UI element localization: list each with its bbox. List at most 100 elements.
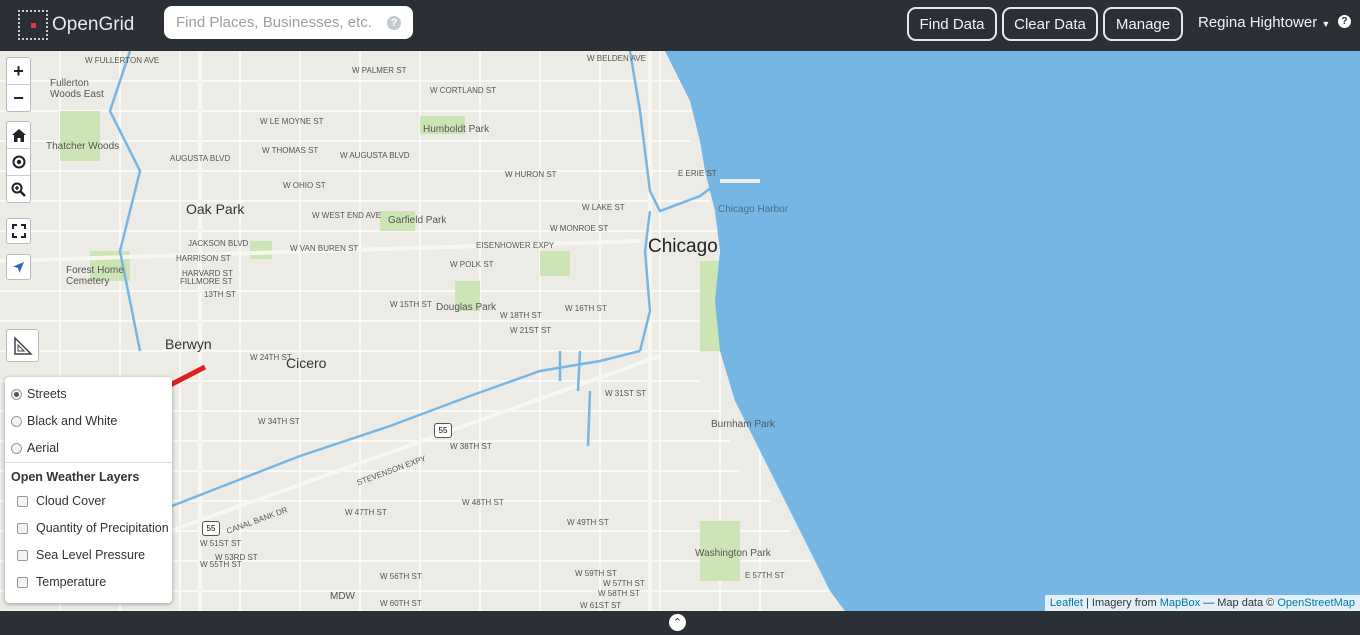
street-label: W 18TH ST xyxy=(500,311,542,320)
expand-panel-button[interactable]: ⌃ xyxy=(669,614,686,631)
street-label: W HURON ST xyxy=(505,170,557,179)
base-layer-aerial[interactable]: Aerial xyxy=(11,441,59,455)
map-label-fullerton-woods: Fullerton Woods East xyxy=(50,78,104,100)
layer-label: Aerial xyxy=(27,441,59,455)
street-label: W LE MOYNE ST xyxy=(260,117,324,126)
attribution-text: | Imagery from xyxy=(1085,597,1157,609)
user-menu[interactable]: Regina Hightower ▼ xyxy=(1198,14,1330,31)
app-name: OpenGrid xyxy=(52,14,135,35)
street-label: W PALMER ST xyxy=(352,66,407,75)
weather-layer-precipitation[interactable]: Quantity of Precipitation xyxy=(17,521,169,535)
fullscreen-icon xyxy=(11,224,26,238)
map-tools-control xyxy=(6,121,31,203)
base-layer-black-white[interactable]: Black and White xyxy=(11,414,117,428)
street-label: W POLK ST xyxy=(450,260,494,269)
map-label-chicago: Chicago xyxy=(648,236,718,257)
checkbox-precipitation[interactable] xyxy=(17,522,28,534)
find-data-button[interactable]: Find Data xyxy=(907,7,997,41)
fullscreen-button[interactable] xyxy=(6,218,31,244)
street-label: W 55TH ST xyxy=(200,560,242,569)
base-layer-streets[interactable]: Streets xyxy=(11,387,67,401)
home-icon xyxy=(11,128,26,142)
weather-layer-temperature[interactable]: Temperature xyxy=(17,575,106,589)
zoom-out-button[interactable]: − xyxy=(7,85,30,111)
street-label: W 56TH ST xyxy=(380,572,422,581)
street-label: W OHIO ST xyxy=(283,181,326,190)
street-label: W VAN BUREN ST xyxy=(290,244,359,253)
top-navbar: OpenGrid Find Places, Businesses, etc. ?… xyxy=(0,0,1360,51)
radio-streets[interactable] xyxy=(11,388,22,400)
radio-black-white[interactable] xyxy=(11,415,22,427)
street-label: W 51ST ST xyxy=(200,539,242,548)
street-label: W 49TH ST xyxy=(567,518,609,527)
map-label-burnham-park: Burnham Park xyxy=(711,419,775,430)
street-label: W 58TH ST xyxy=(598,589,640,598)
zoom-in-button[interactable]: + xyxy=(7,58,30,85)
measure-button[interactable] xyxy=(6,329,39,362)
street-label: W LAKE ST xyxy=(582,203,625,212)
leaflet-link[interactable]: Leaflet xyxy=(1050,597,1083,609)
street-label: HARRISON ST xyxy=(176,254,231,263)
weather-layer-sea-level-pressure[interactable]: Sea Level Pressure xyxy=(17,548,145,562)
clear-data-button[interactable]: Clear Data xyxy=(1002,7,1098,41)
street-label: W 60TH ST xyxy=(380,599,422,608)
street-label: W 21ST ST xyxy=(510,326,552,335)
street-label: 13TH ST xyxy=(204,290,237,299)
checkbox-temperature[interactable] xyxy=(17,576,28,588)
map-label-mdw: MDW xyxy=(330,591,355,602)
attribution-text: — Map data © xyxy=(1203,597,1275,609)
map-attribution: Leaflet | Imagery from MapBox — Map data… xyxy=(1044,595,1360,611)
street-label: W 47TH ST xyxy=(345,508,387,517)
bottom-bar: ⌃ xyxy=(0,611,1360,635)
caret-down-icon: ▼ xyxy=(1321,19,1331,29)
street-label: W 57TH ST xyxy=(603,579,645,588)
weather-layer-cloud-cover[interactable]: Cloud Cover xyxy=(17,494,105,508)
street-label: W THOMAS ST xyxy=(262,146,319,155)
app-logo[interactable]: OpenGrid xyxy=(18,8,134,42)
checkbox-cloud-cover[interactable] xyxy=(17,495,28,507)
map-label-garfield-park: Garfield Park xyxy=(388,215,447,226)
street-label: E 57TH ST xyxy=(745,571,785,580)
street-label: W 16TH ST xyxy=(565,304,607,313)
radio-aerial[interactable] xyxy=(11,442,22,454)
highway-shield-55: 55 xyxy=(202,521,220,536)
home-button[interactable] xyxy=(7,122,30,149)
map-label-humboldt-park: Humboldt Park xyxy=(423,124,490,135)
search-help-icon[interactable]: ? xyxy=(387,15,401,30)
street-label: W 24TH ST xyxy=(250,353,292,362)
ruler-triangle-icon xyxy=(13,335,33,355)
layer-control-panel: Streets Black and White Aerial Open Weat… xyxy=(5,377,172,603)
map-label-chicago-harbor: Chicago Harbor xyxy=(718,204,789,215)
magnifier-zoom-icon xyxy=(11,182,26,197)
layer-label: Streets xyxy=(27,387,67,401)
manage-button[interactable]: Manage xyxy=(1103,7,1183,41)
street-label: W MONROE ST xyxy=(550,224,609,233)
mapbox-link[interactable]: MapBox xyxy=(1160,597,1200,609)
map-label-cicero: Cicero xyxy=(286,355,327,371)
search-box[interactable]: Find Places, Businesses, etc. ? xyxy=(164,6,413,39)
target-icon xyxy=(12,155,25,169)
layer-label: Sea Level Pressure xyxy=(36,548,146,562)
layer-label: Black and White xyxy=(27,414,118,428)
street-label: EISENHOWER EXPY xyxy=(476,241,555,250)
map-label-washington-park: Washington Park xyxy=(695,548,771,559)
help-icon[interactable]: ? xyxy=(1338,15,1351,28)
street-label: W WEST END AVE xyxy=(312,211,382,220)
zoom-extent-button[interactable] xyxy=(7,176,30,202)
navigate-button[interactable] xyxy=(6,254,31,280)
checkbox-sea-level-pressure[interactable] xyxy=(17,549,28,561)
user-name: Regina Hightower xyxy=(1198,14,1318,31)
search-input[interactable]: Find Places, Businesses, etc. xyxy=(176,14,372,31)
weather-layers-heading: Open Weather Layers xyxy=(11,470,140,484)
openstreetmap-link[interactable]: OpenStreetMap xyxy=(1277,597,1355,609)
street-label: W AUGUSTA BLVD xyxy=(340,151,410,160)
map-label-douglas-park: Douglas Park xyxy=(436,302,497,313)
street-label: W 31ST ST xyxy=(605,389,647,398)
street-label: W 34TH ST xyxy=(258,417,300,426)
map-canvas[interactable]: Chicago Oak Park Cicero Berwyn Chicago H… xyxy=(0,51,1360,611)
layer-label: Quantity of Precipitation xyxy=(36,521,169,535)
street-label: W CORTLAND ST xyxy=(430,86,497,95)
map-label-thatcher-woods: Thatcher Woods xyxy=(46,141,120,152)
map-label-oak-park: Oak Park xyxy=(186,201,245,217)
locate-button[interactable] xyxy=(7,149,30,176)
